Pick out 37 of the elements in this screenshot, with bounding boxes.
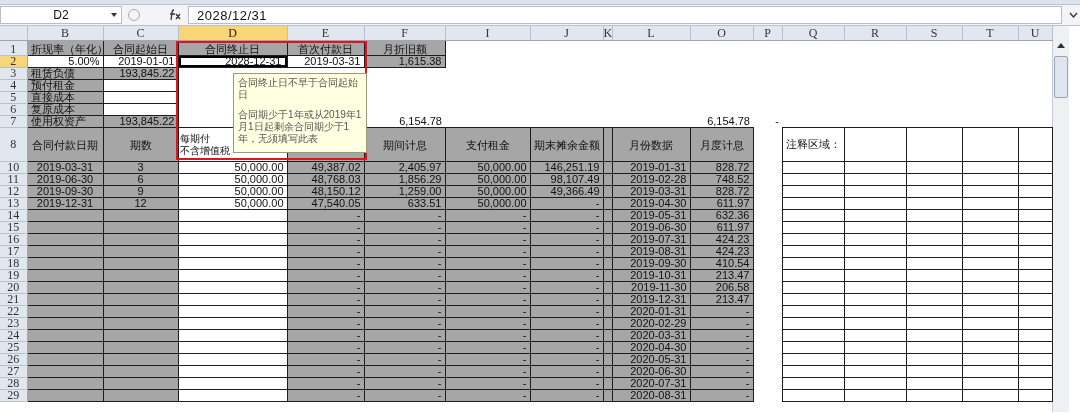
column-heading: 月份数据 (612, 127, 690, 162)
table-cell: 5.00% (27, 55, 103, 68)
table-cell: - (753, 115, 782, 128)
table-cell: 50,000.00 (178, 173, 287, 186)
column-header[interactable]: R (844, 26, 906, 41)
column-header[interactable]: F (364, 26, 445, 41)
column-heading: 支付租金 (445, 127, 530, 162)
column-header[interactable]: D (178, 26, 287, 41)
column-header[interactable]: S (906, 26, 962, 41)
column-heading: 合同付款日期 (27, 127, 103, 162)
notes-heading: 注释区域： (782, 127, 844, 162)
comment-text: 合同终止日不早于合同起始日 (238, 77, 359, 101)
table-cell[interactable]: 2028-12-31 (178, 55, 287, 68)
column-heading: 期间计息 (364, 127, 445, 162)
row-header[interactable]: 8 (0, 127, 27, 162)
table-cell: 50,000.00 (178, 161, 287, 174)
column-heading: 月度计息 (690, 127, 753, 162)
column-header[interactable]: Q (782, 26, 844, 41)
column-header[interactable]: T (962, 26, 1018, 41)
column-header[interactable]: E (287, 26, 364, 41)
table-cell: 6,154.78 (364, 115, 445, 128)
column-header[interactable]: O (690, 26, 753, 41)
table-cell: 50,000.00 (178, 185, 287, 198)
column-header[interactable]: P (753, 26, 782, 41)
name-box[interactable]: D2 (0, 6, 122, 24)
formula-field[interactable]: 2028/12/31 (188, 6, 1062, 24)
column-header[interactable]: U (1018, 26, 1052, 41)
column-header[interactable]: L (612, 26, 690, 41)
column-heading: 期末摊余金额 (530, 127, 603, 162)
column-header[interactable]: B (27, 26, 103, 41)
table-cell: 6,154.78 (690, 115, 753, 128)
table-cell: 2019-01-01 (103, 55, 178, 68)
column-header[interactable]: I (445, 26, 530, 41)
table-cell: 2019-03-31 (287, 55, 364, 68)
table-cell: 50,000.00 (178, 197, 287, 210)
column-header[interactable]: J (530, 26, 603, 41)
column-header[interactable]: C (103, 26, 178, 41)
